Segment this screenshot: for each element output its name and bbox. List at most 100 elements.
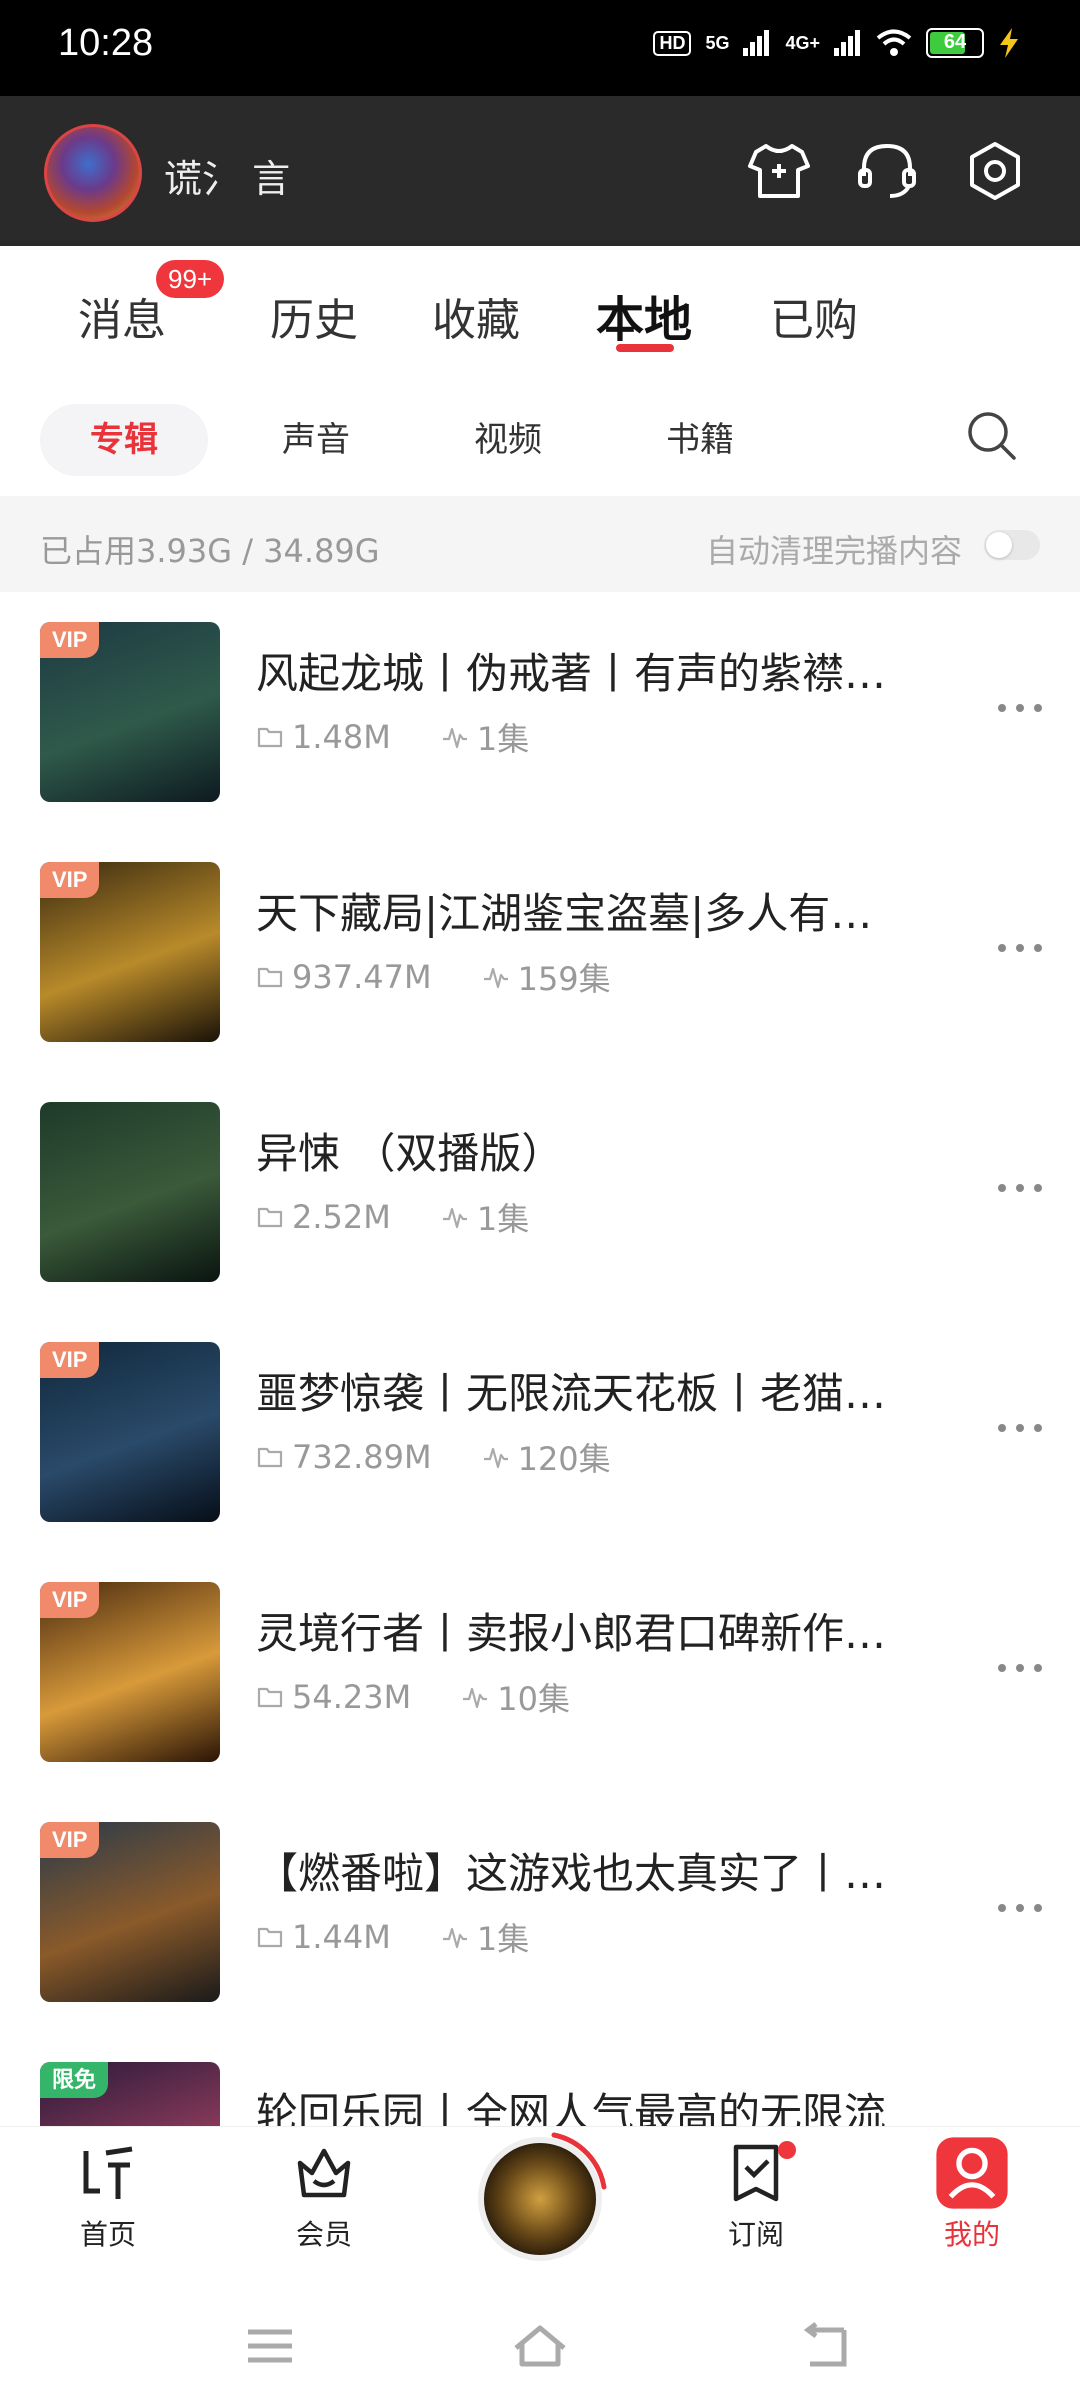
item-meta: 732.89M 120集 [256, 1434, 661, 1480]
menu-icon[interactable] [240, 2316, 300, 2376]
clock: 10:28 [58, 22, 154, 64]
episode-count-value: 1集 [476, 720, 530, 758]
file-size-value: 1.48M [292, 718, 391, 756]
nav-vip-label: 会员 [295, 2218, 352, 2251]
list-item[interactable]: VIP 噩梦惊袭丨无限流天花板丨老猫… 732.89M 120集 [0, 1312, 1080, 1552]
file-size: 2.52M [256, 1198, 391, 1236]
file-size-value: 937.47M [292, 958, 432, 996]
hd-indicator: HD [653, 30, 692, 56]
notification-dot [778, 2141, 796, 2159]
file-size-value: 1.44M [292, 1918, 391, 1956]
tab-local[interactable]: 本地 [596, 280, 692, 350]
avatar[interactable] [44, 124, 142, 222]
main-tabs: 消息 99+ 历史 收藏 本地 已购 [0, 246, 1080, 376]
item-meta: 1.44M 1集 [256, 1914, 579, 1960]
auto-clean-toggle[interactable] [984, 530, 1040, 560]
system-nav [0, 2286, 1080, 2404]
album-title[interactable]: 【燃番啦】这游戏也太真实了丨… [256, 1840, 936, 1901]
album-cover[interactable]: VIP [40, 1582, 220, 1762]
profile-header: 谎氵 言 [0, 96, 1080, 246]
wifi-icon [876, 29, 912, 56]
more-options-icon[interactable] [998, 1660, 1042, 1676]
tab-favorites[interactable]: 收藏 [432, 284, 520, 348]
signal-icon [743, 30, 770, 56]
subtab-books[interactable]: 书籍 [630, 404, 770, 476]
more-options-icon[interactable] [998, 1180, 1042, 1196]
waveform-icon [483, 967, 508, 989]
cover-tag: VIP [40, 1822, 100, 1858]
album-cover[interactable] [40, 1102, 220, 1282]
list-item[interactable]: 异悚 （双播版） 2.52M 1集 [0, 1072, 1080, 1312]
folder-icon [257, 1687, 283, 1708]
nav-subscribe[interactable]: 订阅 [696, 2141, 816, 2253]
file-size: 1.48M [256, 718, 391, 756]
album-title[interactable]: 天下藏局|江湖鉴宝盗墓|多人有… [256, 880, 936, 941]
more-options-icon[interactable] [998, 1420, 1042, 1436]
list-item[interactable]: VIP 天下藏局|江湖鉴宝盗墓|多人有… 937.47M 159集 [0, 832, 1080, 1072]
nav-home[interactable]: 首页 [48, 2141, 168, 2253]
folder-icon [257, 1207, 283, 1228]
list-item[interactable]: VIP 风起龙城丨伪戒著丨有声的紫襟… 1.48M 1集 [0, 592, 1080, 832]
nav-vip[interactable]: 会员 [264, 2141, 384, 2253]
more-options-icon[interactable] [998, 700, 1042, 716]
subtab-albums[interactable]: 专辑 [40, 404, 208, 476]
episode-count: 120集 [482, 1434, 611, 1480]
auto-clean-label: 自动清理完播内容 [705, 532, 962, 570]
album-cover[interactable]: VIP [40, 622, 220, 802]
nav-subscribe-label: 订阅 [727, 2218, 784, 2251]
album-cover[interactable]: VIP [40, 1822, 220, 2002]
waveform-icon [483, 1447, 508, 1469]
now-playing-cover[interactable] [478, 2137, 602, 2261]
list-item[interactable]: VIP 【燃番啦】这游戏也太真实了丨… 1.44M 1集 [0, 1792, 1080, 2032]
active-tab-indicator [616, 344, 674, 352]
album-cover[interactable]: 限免 [40, 2062, 220, 2126]
signal-4g-label: 4G+ [785, 32, 820, 53]
episode-count-value: 1集 [476, 1920, 530, 1958]
file-size-value: 732.89M [292, 1438, 432, 1476]
folder-icon [257, 727, 283, 748]
album-title[interactable]: 风起龙城丨伪戒著丨有声的紫襟… [256, 640, 936, 701]
tab-history[interactable]: 历史 [270, 284, 358, 348]
episode-count: 10集 [461, 1674, 570, 1720]
subtab-sounds[interactable]: 声音 [246, 404, 386, 476]
battery-icon: 64 [926, 28, 984, 58]
tab-messages[interactable]: 消息 [78, 284, 166, 348]
more-options-icon[interactable] [998, 940, 1042, 956]
charging-icon [1000, 28, 1018, 58]
username[interactable]: 谎氵 言 [164, 148, 290, 203]
album-title[interactable]: 噩梦惊袭丨无限流天花板丨老猫… [256, 1360, 936, 1421]
more-options-icon[interactable] [998, 1900, 1042, 1916]
album-cover[interactable]: VIP [40, 862, 220, 1042]
folder-icon [257, 1927, 283, 1948]
cover-tag: VIP [40, 622, 100, 658]
album-list: VIP 风起龙城丨伪戒著丨有声的紫襟… 1.48M 1集 VIP 天下藏局|江湖… [0, 592, 1080, 2126]
headset-icon[interactable] [854, 138, 920, 204]
settings-icon[interactable] [962, 138, 1028, 204]
signal-icon [834, 30, 860, 56]
storage-bar: 已占用3.93G / 34.89G 自动清理完播内容 [0, 496, 1080, 592]
subtab-videos[interactable]: 视频 [438, 404, 578, 476]
item-meta: 937.47M 159集 [256, 954, 661, 1000]
list-item[interactable]: VIP 灵境行者丨卖报小郎君口碑新作… 54.23M 10集 [0, 1552, 1080, 1792]
album-cover[interactable]: VIP [40, 1342, 220, 1522]
album-title[interactable]: 轮回乐园丨全网人气最高的无限流 [256, 2080, 936, 2126]
album-title[interactable]: 灵境行者丨卖报小郎君口碑新作… [256, 1600, 936, 1661]
tab-purchased[interactable]: 已购 [770, 284, 858, 348]
status-bar: 10:28 HD 5G 4G+ 64 [0, 0, 1080, 96]
album-title[interactable]: 异悚 （双播版） [256, 1120, 936, 1181]
battery-level: 64 [943, 31, 967, 53]
episode-count-value: 120集 [517, 1440, 611, 1478]
cover-tag: VIP [40, 1582, 100, 1618]
waveform-icon [442, 727, 467, 749]
tshirt-icon[interactable] [746, 138, 812, 204]
item-meta: 54.23M 10集 [256, 1674, 620, 1720]
file-size-value: 2.52M [292, 1198, 391, 1236]
folder-icon [257, 1447, 283, 1468]
back-icon[interactable] [796, 2316, 856, 2376]
home-icon[interactable] [510, 2316, 570, 2376]
list-item[interactable]: 限免 轮回乐园丨全网人气最高的无限流 [0, 2032, 1080, 2126]
search-icon[interactable] [964, 408, 1020, 464]
profile-icon [936, 2137, 1008, 2209]
cover-tag: VIP [40, 1342, 100, 1378]
nav-mine[interactable]: 我的 [912, 2137, 1032, 2253]
